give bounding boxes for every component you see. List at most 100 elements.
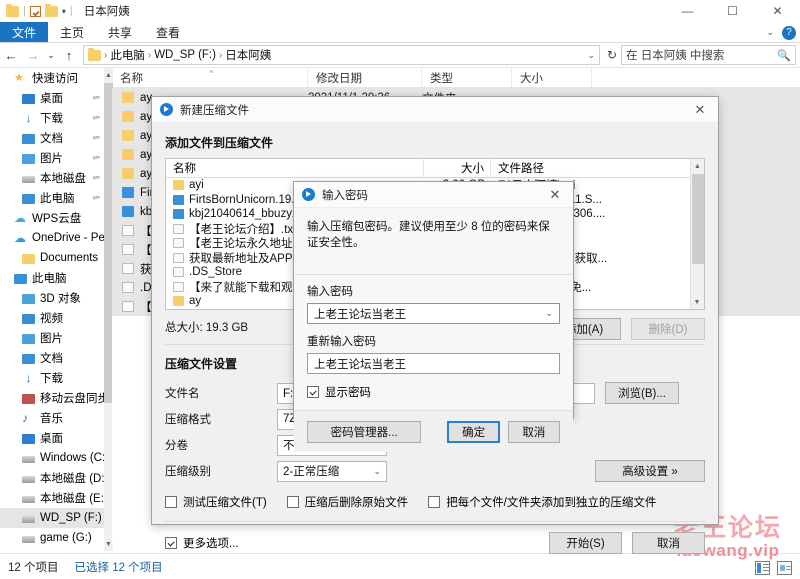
pin-icon[interactable]: ✐: [90, 151, 102, 164]
column-header-type[interactable]: 类型: [422, 68, 512, 88]
recent-locations-icon[interactable]: ⌄: [44, 44, 58, 66]
more-options-checkbox[interactable]: 更多选项...: [165, 535, 239, 551]
compress-col-size[interactable]: 大小: [424, 159, 491, 178]
pin-icon[interactable]: ✐: [90, 131, 102, 144]
sidebar-item-18[interactable]: 桌面: [0, 428, 104, 448]
confirm-password-input[interactable]: 上老王论坛当老王: [307, 353, 560, 374]
password-close-icon[interactable]: ✕: [541, 184, 569, 206]
address-dropdown-icon[interactable]: ⌄: [587, 50, 595, 61]
breadcrumb-item-2[interactable]: 日本阿姨: [225, 47, 271, 63]
pin-icon[interactable]: ✐: [90, 171, 102, 184]
pin-icon[interactable]: ✐: [90, 111, 102, 124]
sidebar-item-22[interactable]: WD_SP (F:): [0, 508, 104, 528]
details-view-icon[interactable]: [755, 561, 770, 575]
checkbox-box-2[interactable]: [287, 496, 299, 508]
checkbox-box-3[interactable]: [428, 496, 440, 508]
sidebar-item-4[interactable]: 图片✐: [0, 148, 104, 168]
tab-share[interactable]: 共享: [96, 22, 144, 42]
password-dropdown-icon[interactable]: ⌄: [545, 308, 553, 319]
scroll-up-icon[interactable]: ▲: [104, 68, 113, 82]
new-folder-icon[interactable]: [45, 6, 58, 17]
password-dialog[interactable]: 输入密码 ✕ 输入压缩包密码。建议使用至少 8 位的密码来保证安全性。 输入密码…: [293, 181, 574, 419]
sidebar-item-20[interactable]: 本地磁盘 (D:): [0, 468, 104, 488]
tab-file[interactable]: 文件: [0, 22, 48, 42]
ribbon-collapse-icon[interactable]: ⌄: [766, 27, 774, 38]
sidebar-item-0[interactable]: ★快速访问: [0, 68, 104, 88]
sidebar-item-9[interactable]: Documents: [0, 248, 104, 268]
up-button[interactable]: ↑: [58, 44, 80, 66]
sidebar-item-7[interactable]: ☁WPS云盘: [0, 208, 104, 228]
column-header-date[interactable]: 修改日期: [308, 68, 422, 88]
pin-icon[interactable]: ✐: [90, 191, 102, 204]
separate-archives-checkbox[interactable]: 把每个文件/文件夹添加到独立的压缩文件: [428, 494, 656, 510]
window-controls[interactable]: — ☐ ✕: [665, 0, 800, 22]
pin-icon[interactable]: ✐: [90, 91, 102, 104]
password-manager-button[interactable]: 密码管理器...: [307, 421, 421, 443]
sidebar-item-1[interactable]: 桌面✐: [0, 88, 104, 108]
ribbon-tabs[interactable]: 文件 主页 共享 查看: [0, 22, 800, 43]
show-password-checkbox[interactable]: 显示密码: [307, 384, 560, 400]
delete-after-checkbox[interactable]: 压缩后删除原始文件: [287, 494, 409, 510]
sidebar-item-8[interactable]: ☁OneDrive - Pers...: [0, 228, 104, 248]
compress-scroll-up-icon[interactable]: ▲: [691, 159, 704, 173]
sidebar-item-17[interactable]: ♪音乐: [0, 408, 104, 428]
minimize-button[interactable]: —: [665, 0, 710, 22]
back-button[interactable]: ←: [0, 44, 22, 66]
sidebar-item-6[interactable]: 此电脑✐: [0, 188, 104, 208]
maximize-button[interactable]: ☐: [710, 0, 755, 22]
sidebar-item-11[interactable]: 3D 对象: [0, 288, 104, 308]
compress-scroll-thumb[interactable]: [692, 174, 704, 264]
quick-access-toolbar[interactable]: | ▾ | 日本阿姨: [0, 3, 130, 19]
sidebar-item-21[interactable]: 本地磁盘 (E:): [0, 488, 104, 508]
help-icon[interactable]: ?: [782, 26, 796, 40]
customize-caret-icon[interactable]: ▾: [62, 7, 66, 16]
forward-button[interactable]: →: [22, 44, 44, 66]
search-input[interactable]: 在 日本阿姨 中搜索 🔍: [621, 45, 796, 65]
password-ok-button[interactable]: 确定: [447, 421, 499, 443]
sidebar-item-16[interactable]: 移动云盘同步盘: [0, 388, 104, 408]
checkbox-box-show-password[interactable]: [307, 386, 319, 398]
advanced-settings-button[interactable]: 高级设置 »: [595, 460, 705, 482]
password-cancel-button[interactable]: 取消: [508, 421, 560, 443]
document-icon: [22, 354, 35, 364]
sidebar-item-15[interactable]: ↓下载: [0, 368, 104, 388]
sidebar-item-5[interactable]: 本地磁盘 (D:)✐: [0, 168, 104, 188]
sidebar-item-23[interactable]: game (G:): [0, 528, 104, 548]
refresh-icon[interactable]: ↻: [603, 45, 621, 65]
breadcrumb-item-1[interactable]: WD_SP (F:): [154, 49, 216, 61]
compress-close-icon[interactable]: ✕: [686, 99, 714, 121]
sidebar-item-13[interactable]: 图片: [0, 328, 104, 348]
compress-col-name[interactable]: 名称: [166, 159, 424, 178]
compress-cancel-button[interactable]: 取消: [632, 532, 705, 554]
view-mode-buttons[interactable]: [755, 561, 792, 575]
column-header-name[interactable]: 名称 ^: [112, 68, 308, 88]
tiles-view-icon[interactable]: [777, 561, 792, 575]
compress-list-scrollbar[interactable]: ▲ ▼: [690, 159, 704, 309]
checkbox-box-1[interactable]: [165, 496, 177, 508]
sidebar-item-19[interactable]: Windows (C:): [0, 448, 104, 468]
sidebar-item-10[interactable]: 此电脑: [0, 268, 104, 288]
delete-files-button[interactable]: 删除(D): [631, 318, 705, 340]
ribbon-right-controls[interactable]: ⌄ ?: [766, 22, 796, 43]
breadcrumb[interactable]: › 此电脑 › WD_SP (F:) › 日本阿姨 ⌄: [83, 45, 600, 65]
compress-col-path[interactable]: 文件路径: [491, 159, 704, 178]
breadcrumb-item-0[interactable]: 此电脑: [110, 47, 145, 63]
sidebar-item-14[interactable]: 文档: [0, 348, 104, 368]
start-button[interactable]: 开始(S): [549, 532, 622, 554]
level-select[interactable]: 2-正常压缩 ⌄: [277, 461, 387, 482]
checkbox-box-4[interactable]: [165, 537, 177, 549]
sidebar-item-3[interactable]: 文档✐: [0, 128, 104, 148]
sidebar-item-2[interactable]: ↓下载✐: [0, 108, 104, 128]
navigation-pane[interactable]: ★快速访问桌面✐↓下载✐文档✐图片✐本地磁盘 (D:)✐此电脑✐☁WPS云盘☁O…: [0, 68, 104, 551]
sidebar-item-12[interactable]: 视频: [0, 308, 104, 328]
password-input[interactable]: 上老王论坛当老王 ⌄: [307, 303, 560, 324]
column-header-size[interactable]: 大小: [512, 68, 592, 88]
sidebar-item-24[interactable]: game (G:): [0, 548, 104, 551]
test-archive-checkbox[interactable]: 测试压缩文件(T): [165, 494, 267, 510]
close-button[interactable]: ✕: [755, 0, 800, 22]
tab-home[interactable]: 主页: [48, 22, 96, 42]
browse-button[interactable]: 浏览(B)...: [605, 382, 679, 404]
compress-scroll-down-icon[interactable]: ▼: [691, 295, 703, 309]
tab-view[interactable]: 查看: [144, 22, 192, 42]
properties-checkbox-icon[interactable]: [30, 6, 41, 17]
